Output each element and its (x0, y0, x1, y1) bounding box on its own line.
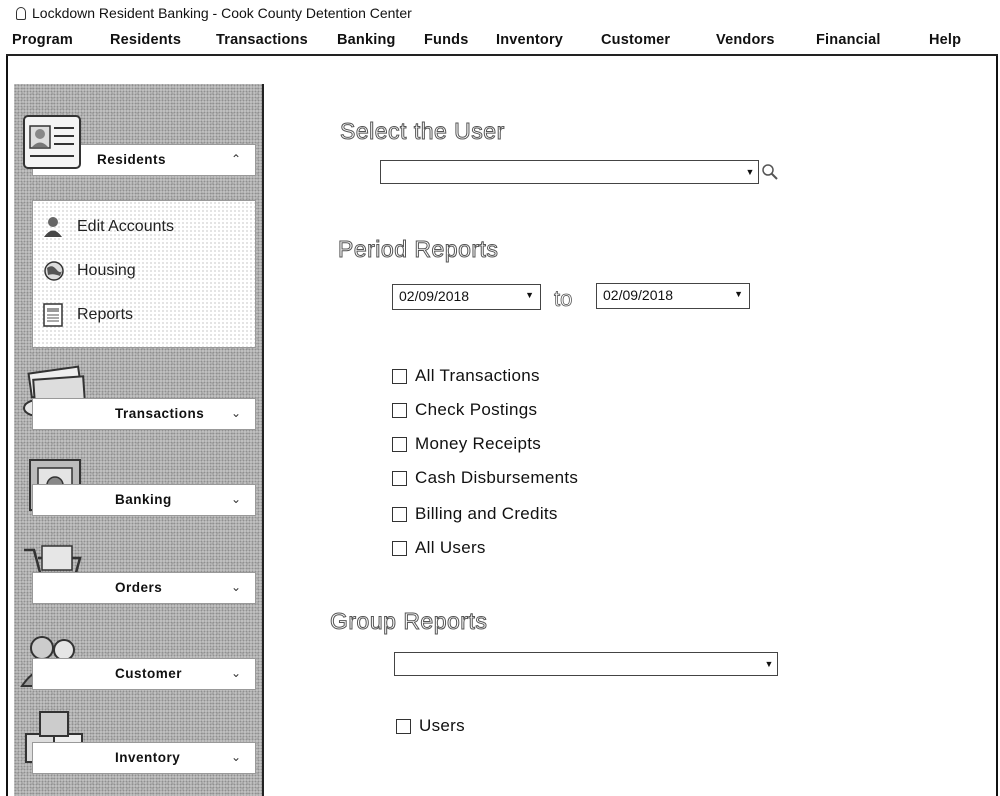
checkbox-icon[interactable] (392, 436, 407, 452)
menu-vendors[interactable]: Vendors (716, 32, 775, 48)
checkbox-group-users[interactable]: Users (396, 716, 465, 736)
chevron-down-icon[interactable]: ⌄ (231, 666, 241, 680)
checkbox-check-postings[interactable]: Check Postings (392, 400, 537, 420)
inventory-panel-label: Inventory (115, 750, 181, 765)
checkbox-icon[interactable] (392, 506, 407, 522)
window-border-left (6, 56, 8, 796)
residents-icon (23, 115, 81, 169)
menu-help[interactable]: Help (929, 32, 961, 48)
dropdown-arrow-icon[interactable]: ▼ (734, 289, 743, 299)
checkbox-icon[interactable] (392, 368, 407, 384)
date-range-separator: to (554, 286, 573, 312)
inventory-panel[interactable]: Inventory ⌄ (32, 742, 256, 774)
menu-funds[interactable]: Funds (424, 32, 469, 48)
chevron-down-icon[interactable]: ⌄ (231, 750, 241, 764)
globe-icon (44, 261, 64, 281)
group-reports-heading: Group Reports (329, 608, 488, 635)
checkbox-icon[interactable] (396, 718, 411, 734)
checkbox-all-transactions[interactable]: All Transactions (392, 366, 540, 386)
checkbox-icon[interactable] (392, 402, 407, 418)
edit-accounts-label: Edit Accounts (77, 218, 174, 235)
title-bar: Lockdown Resident Banking - Cook County … (6, 0, 996, 26)
customer-panel[interactable]: Customer ⌄ (32, 658, 256, 690)
end-date-value: 02/09/2018 (603, 287, 674, 303)
housing-label: Housing (77, 262, 136, 279)
menu-customer[interactable]: Customer (601, 32, 670, 48)
menu-transactions[interactable]: Transactions (216, 32, 308, 48)
residents-panel-label: Residents (97, 152, 167, 167)
menu-banking[interactable]: Banking (337, 32, 396, 48)
dropdown-arrow-icon[interactable]: ▼ (743, 162, 757, 182)
report-icon (43, 303, 63, 327)
checkbox-icon[interactable] (392, 540, 407, 556)
period-reports-heading: Period Reports (337, 236, 499, 263)
user-icon (44, 217, 62, 237)
residents-submenu: Edit Accounts Housing Reports (32, 200, 256, 348)
app-icon (16, 6, 26, 20)
select-user-heading: Select the User (340, 118, 505, 145)
checkbox-icon[interactable] (392, 470, 407, 486)
checkbox-cash-disbursements[interactable]: Cash Disbursements (392, 468, 578, 488)
transactions-panel[interactable]: Transactions ⌄ (32, 398, 256, 430)
menu-inventory[interactable]: Inventory (496, 32, 563, 48)
dropdown-arrow-icon[interactable]: ▼ (762, 654, 776, 674)
checkbox-all-users[interactable]: All Users (392, 538, 486, 558)
chevron-down-icon[interactable]: ⌄ (231, 406, 241, 420)
dropdown-arrow-icon[interactable]: ▼ (525, 290, 534, 300)
menu-program[interactable]: Program (12, 32, 73, 48)
group-select-dropdown[interactable]: ▼ (394, 652, 778, 676)
navigation-sidebar: Residents ⌃ Edit Accounts Housing Report… (14, 84, 264, 796)
submenu-reports[interactable]: Reports (41, 303, 133, 327)
end-date-picker[interactable]: 02/09/2018 ▼ (596, 283, 750, 309)
submenu-housing[interactable]: Housing (41, 259, 136, 283)
start-date-picker[interactable]: 02/09/2018 ▼ (392, 284, 541, 310)
user-select-dropdown[interactable]: ▼ (380, 160, 759, 184)
chevron-up-icon[interactable]: ⌃ (231, 152, 241, 166)
window-title: Lockdown Resident Banking - Cook County … (32, 5, 412, 21)
orders-panel[interactable]: Orders ⌄ (32, 572, 256, 604)
reports-label: Reports (77, 306, 134, 323)
menu-financial[interactable]: Financial (816, 32, 881, 48)
chevron-down-icon[interactable]: ⌄ (231, 492, 241, 506)
window-border-right (996, 56, 998, 796)
menu-bar: Program Residents Transactions Banking F… (6, 26, 998, 56)
search-icon[interactable] (761, 163, 779, 181)
checkbox-billing-and-credits[interactable]: Billing and Credits (392, 504, 558, 524)
transactions-panel-label: Transactions (115, 406, 205, 421)
chevron-down-icon[interactable]: ⌄ (231, 580, 241, 594)
banking-panel-label: Banking (115, 492, 172, 507)
checkbox-money-receipts[interactable]: Money Receipts (392, 434, 541, 454)
orders-panel-label: Orders (115, 580, 163, 595)
menu-residents[interactable]: Residents (110, 32, 181, 48)
customer-panel-label: Customer (115, 666, 183, 681)
start-date-value: 02/09/2018 (399, 288, 470, 304)
submenu-edit-accounts[interactable]: Edit Accounts (41, 215, 174, 239)
banking-panel[interactable]: Banking ⌄ (32, 484, 256, 516)
